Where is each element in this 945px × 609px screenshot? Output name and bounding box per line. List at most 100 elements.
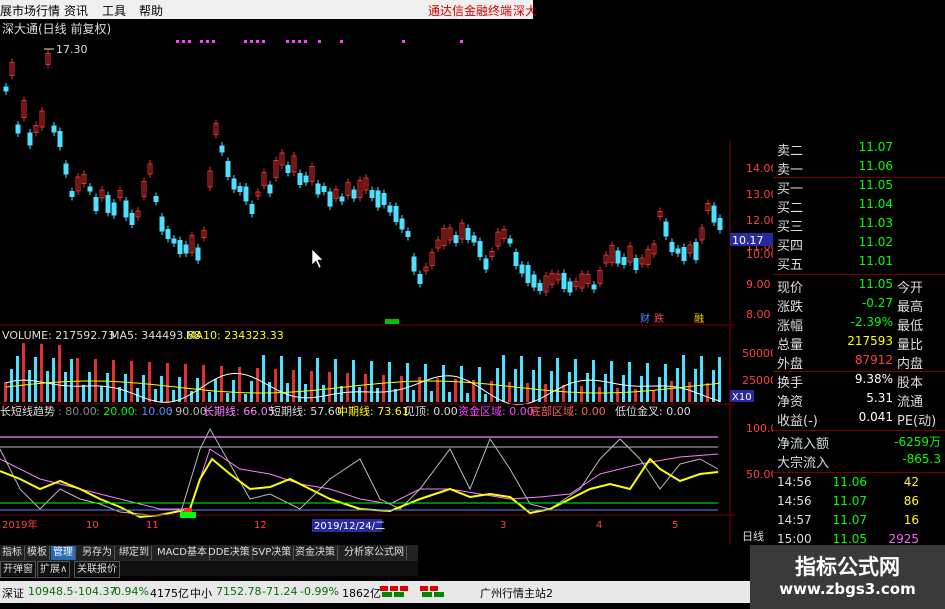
badge-finance[interactable]: 财 [640,312,650,325]
tab-template[interactable]: 模板 [25,546,50,560]
signal-dot [286,40,289,43]
volume-bar [172,390,175,402]
tab-manage[interactable]: 管理 [51,546,76,560]
stock-chart[interactable]: 深大通(日线 前复权) 17.30 VOLUME: 217592.73 MA5:… [0,19,735,545]
volume-bar [388,362,391,402]
volume-bar [10,369,13,402]
tab-save-as[interactable]: 另存为 [80,546,115,560]
order-book-row[interactable]: 卖二 11.07 [773,140,945,160]
tab-indicator[interactable]: 指标 [0,546,25,560]
order-book-row[interactable]: 卖一 11.06 [773,159,945,179]
order-book-price: 11.06 [858,159,893,173]
signal-block-red [184,508,192,512]
candle-body [351,189,357,199]
candle-body [231,178,237,190]
open-popup-button[interactable]: 开弹窗 [0,561,36,578]
menu-news[interactable]: 资讯 [64,2,88,19]
order-book-price: 11.03 [858,216,893,230]
volume-bar [22,343,25,402]
volume-bar [592,360,595,402]
candle-body [237,186,243,192]
tab-dde[interactable]: DDE决策 [206,546,253,560]
signal-dot [182,40,185,43]
expand-button[interactable]: 扩展∧ [37,561,71,578]
tab-macd[interactable]: MACD基本 [155,546,210,560]
stat-value: 87912 [854,353,893,367]
volume-bar [256,368,259,402]
status-bar: 深证 10948.5 -104.37 -0.94% 4175亿 中小 7152.… [0,581,750,603]
badge-drop[interactable]: 跌 [654,312,664,325]
stat-row: 净资 5.31 流通 [773,391,945,411]
tab-fund[interactable]: 资金决策 [293,546,338,560]
order-book-row[interactable]: 买一 11.05 [773,178,945,198]
volume-bar [346,373,349,402]
current-price-tag: 10.17 [732,234,764,247]
volume-bar [544,384,547,402]
stat-value: 9.38% [854,372,893,386]
linked-quote-button[interactable]: 关联报价 [74,561,120,578]
volume-bar [274,369,277,402]
badge-margin[interactable]: 融 [694,313,704,325]
candle-body [483,258,489,270]
watermark-url: www.zbgs3.com [779,580,916,598]
volume-bar [76,358,79,402]
mouse-pointer-icon [311,248,324,269]
menu-bar: 展市场行情 资讯 工具 帮助 通达信金融终端 深大 [0,0,537,19]
volume-bar [478,367,481,402]
candle-body [15,124,21,134]
volume-bar [208,392,211,402]
stat-row: 涨跌 -0.27 最高 [773,296,945,316]
indicator-low-cross: 低位金叉: 0.00 [615,404,691,418]
volume-bar [340,386,343,402]
volume-bar [370,361,373,402]
stat-label: 现价 [777,281,804,296]
stat-label: 收益(-) [777,414,818,429]
tab-svp[interactable]: SVP决策 [250,546,295,560]
candle-body [417,274,423,284]
zx-index-pct: -0.99% [300,585,339,598]
zx-index-name[interactable]: 中小 [190,585,212,601]
volume-bar [550,371,553,402]
period-label[interactable]: 日线 [742,529,764,543]
tab-formula-site[interactable]: 分析家公式网 [342,546,407,560]
volume-bar [238,367,241,402]
volume-bar [532,370,535,402]
fund-flow-row: 净流入额 -6259万 [773,433,945,453]
menu-tools[interactable]: 工具 [102,2,126,19]
date-axis-year: 2019年 [2,518,37,531]
zx-index-amount: 1862亿 [342,587,381,600]
tick-price: 11.06 [832,475,867,489]
volume-bar [430,391,433,402]
menu-market[interactable]: 展市场行情 [0,2,60,19]
volume-tick: 50000 [742,347,773,360]
menu-help[interactable]: 帮助 [139,2,163,19]
stat-label-2: 最低 [897,319,924,334]
order-book-row[interactable]: 买二 11.04 [773,197,945,217]
candle-body [711,205,717,223]
candle-body [675,248,681,254]
tab-bind[interactable]: 绑定到 [117,546,152,560]
tick-volume: 86 [903,494,919,508]
volume-bar [406,363,409,402]
candle-body [381,193,387,205]
server-site[interactable]: 广州行情主站2 [480,585,553,601]
candle-body [387,205,393,213]
order-book-price: 11.04 [858,197,893,211]
stat-label-2: 量比 [897,338,924,353]
order-book-row[interactable]: 买三 11.03 [773,216,945,236]
promo-text[interactable]: 通达信金融终端 [428,2,512,19]
candle-body [57,131,63,147]
volume-bar [598,387,601,402]
volume-bar [106,373,109,402]
tick-row: 14:56 11.06 42 [773,475,945,495]
candle-body [327,191,333,207]
sz-index-name[interactable]: 深证 [2,585,24,601]
stat-label-2: 今开 [897,281,924,296]
fund-flow-row: 大宗流入 -865.3 [773,452,945,472]
promo-text-2[interactable]: 深大 [513,2,537,19]
candle-body [477,241,483,257]
order-book-row[interactable]: 买四 11.02 [773,235,945,255]
order-book-row[interactable]: 买五 11.01 [773,254,945,274]
candle-body [411,256,417,272]
volume-bar [124,374,127,402]
